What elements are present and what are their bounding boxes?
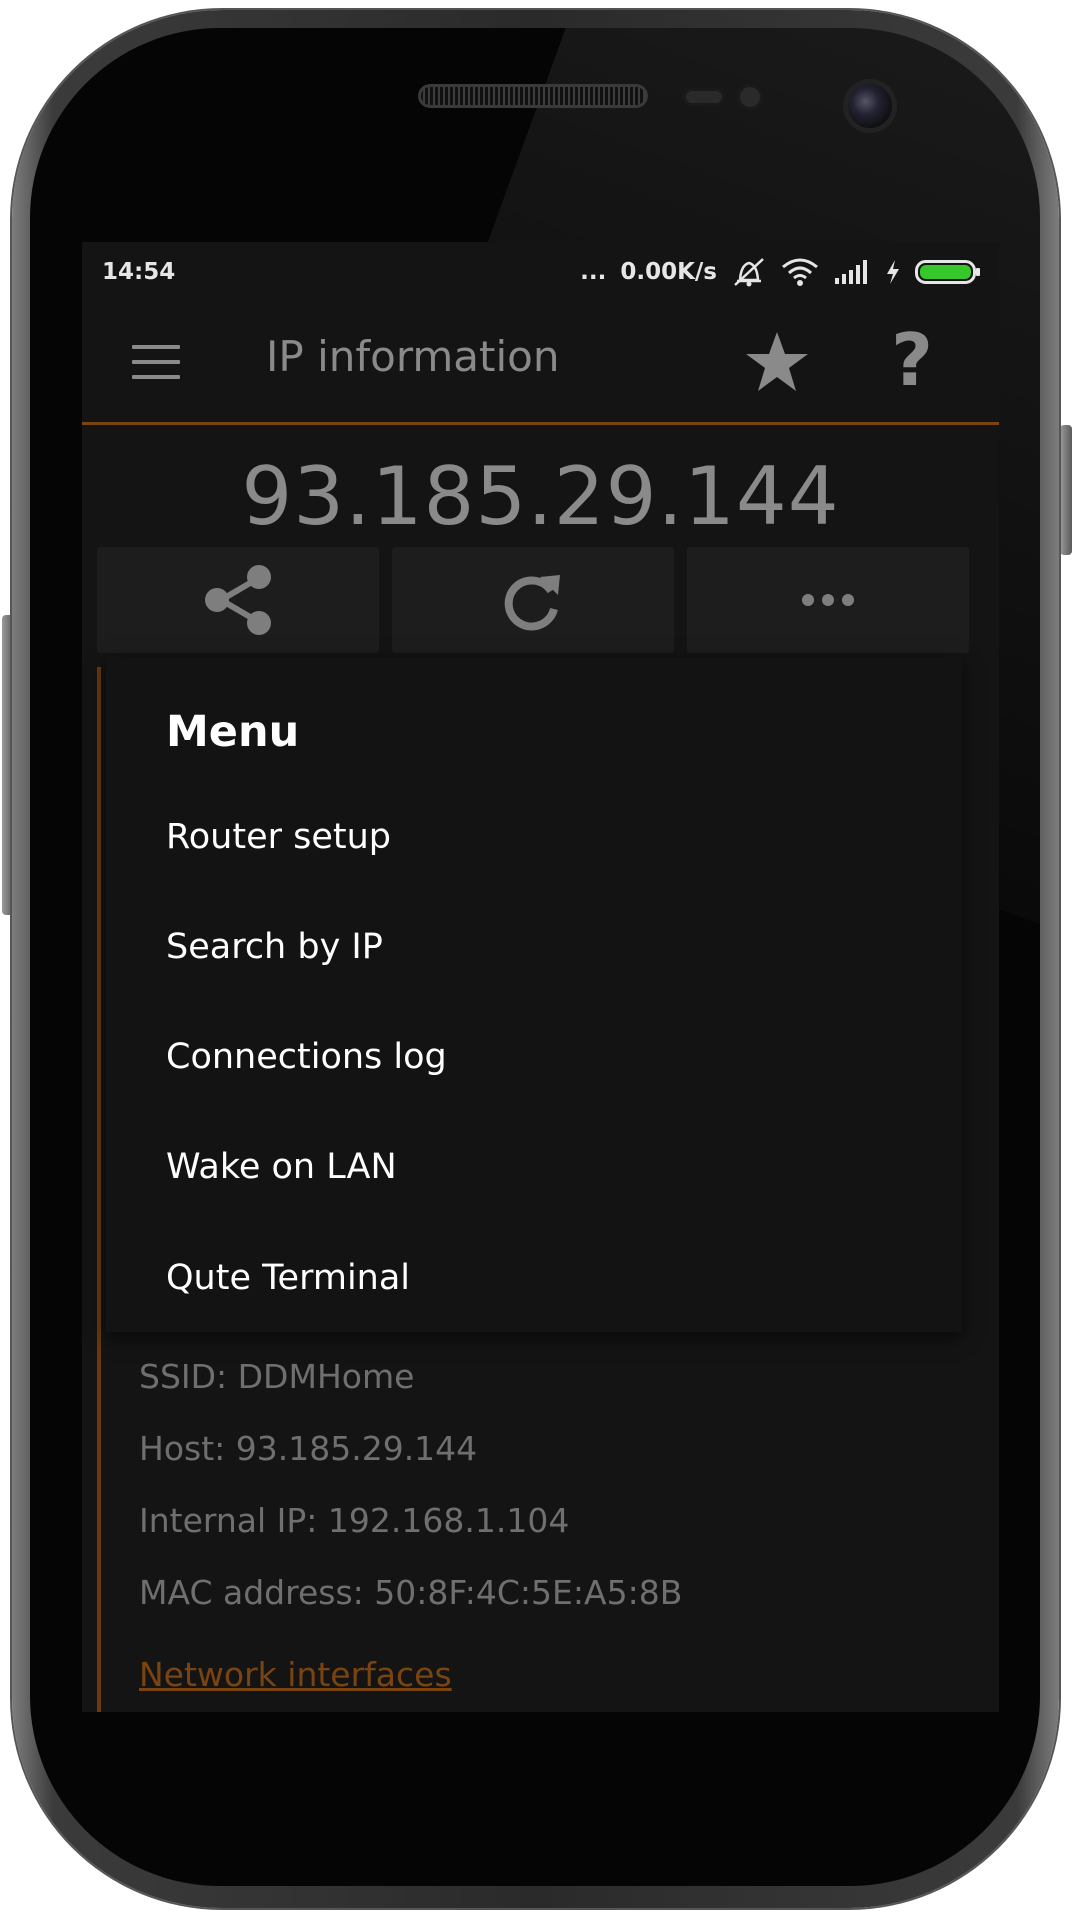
menu-item-search-by-ip[interactable]: Search by IP	[106, 897, 962, 997]
more-icon	[802, 594, 854, 606]
public-ip: 93.185.29.144	[241, 450, 840, 543]
proximity-sensor	[683, 88, 725, 106]
refresh-button[interactable]	[392, 547, 674, 653]
menu-item-qute-terminal[interactable]: Qute Terminal	[106, 1228, 962, 1328]
menu-title: Menu	[166, 707, 300, 757]
earpiece-speaker	[418, 84, 648, 108]
alarm-off-icon	[734, 258, 764, 287]
menu-icon[interactable]	[132, 345, 180, 379]
mac-address-text: MAC address: 50:8F:4C:5E:A5:8B	[139, 1573, 683, 1612]
charging-icon	[887, 260, 899, 284]
share-icon	[205, 565, 271, 635]
star-icon[interactable]	[742, 328, 812, 398]
notification-dots: ...	[580, 259, 607, 285]
host-text: Host: 93.185.29.144	[139, 1429, 478, 1468]
more-button[interactable]	[687, 547, 969, 653]
network-interfaces-link[interactable]: Network interfaces	[139, 1655, 452, 1694]
light-sensor	[737, 84, 763, 110]
menu-item-wake-on-lan[interactable]: Wake on LAN	[106, 1117, 962, 1217]
wifi-icon	[782, 258, 818, 286]
menu-item-router-setup[interactable]: Router setup	[106, 787, 962, 887]
signal-icon	[835, 260, 867, 284]
menu-item-connections-log[interactable]: Connections log	[106, 1007, 962, 1107]
front-camera	[848, 84, 892, 128]
menu-popup: Menu Router setup Search by IP Connectio…	[106, 657, 962, 1332]
share-button[interactable]	[97, 547, 379, 653]
app-title: IP information	[266, 332, 560, 381]
device-frame: 14:54 ... 0.00K/s IP information ? 93.18…	[0, 0, 1080, 1920]
status-bar: 14:54 ... 0.00K/s	[82, 242, 999, 302]
refresh-icon	[504, 575, 560, 631]
help-icon[interactable]: ?	[882, 320, 942, 400]
network-speed: 0.00K/s	[620, 259, 717, 285]
battery-icon	[915, 260, 980, 284]
screen: 14:54 ... 0.00K/s IP information ? 93.18…	[82, 242, 999, 1712]
ssid-text: SSID: DDMHome	[139, 1357, 415, 1396]
app-bar: IP information ?	[82, 302, 999, 425]
status-indicators: ... 0.00K/s	[580, 255, 981, 289]
internal-ip-text: Internal IP: 192.168.1.104	[139, 1501, 570, 1540]
status-time: 14:54	[102, 259, 176, 285]
power-button	[1060, 425, 1072, 555]
